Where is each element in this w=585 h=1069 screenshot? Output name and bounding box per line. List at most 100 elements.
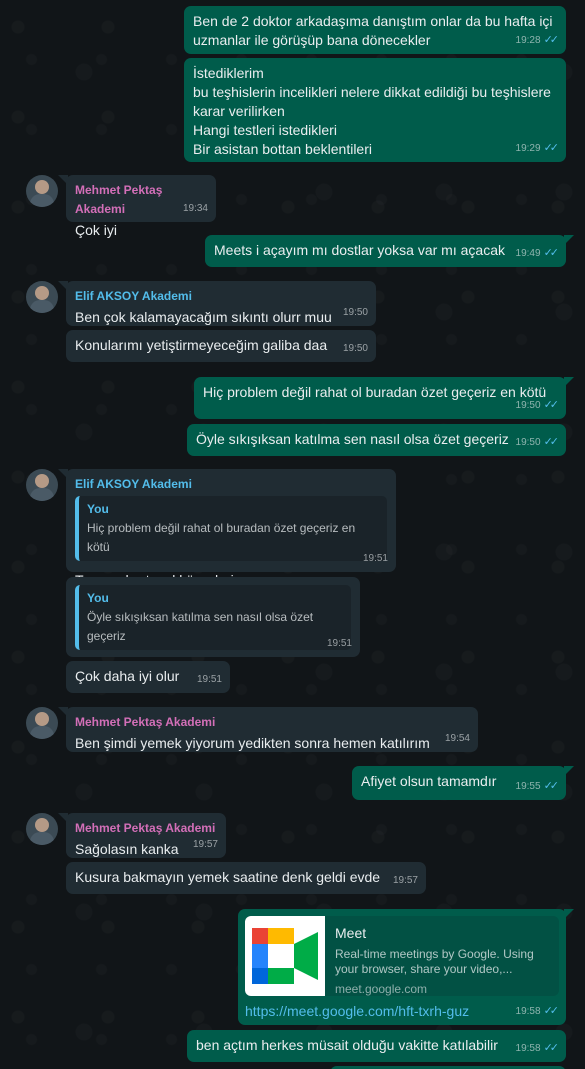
read-ticks-icon: ✓✓: [543, 436, 560, 448]
message-bubble-outgoing[interactable]: Ben de 2 doktor arkadaşıma danıştım onla…: [184, 6, 566, 54]
avatar-head: [35, 818, 49, 832]
message-meta: 19:51: [363, 549, 388, 568]
message-time: 19:50: [342, 343, 368, 354]
message-text: Konularımı yetiştirmeyeceğim galiba daa: [75, 337, 328, 353]
message-meta: 19:50 ✓✓: [515, 433, 560, 452]
read-ticks-icon: ✓✓: [543, 247, 560, 259]
message-text: Ben şimdi yemek yiyorum yedikten sonra h…: [75, 735, 430, 751]
message-bubble-incoming[interactable]: Konularımı yetiştirmeyeceğim galiba daa …: [66, 330, 376, 362]
avatar-body: [30, 726, 54, 739]
message-bubble-incoming[interactable]: You Öyle sıkışıksan katılma sen nasıl ol…: [66, 577, 360, 677]
avatar-mehmet[interactable]: [26, 707, 58, 739]
message-bubble-incoming[interactable]: Mehmet Pektaş Akademi Ben şimdi yemek yi…: [58, 707, 478, 752]
sender-name[interactable]: Elif AKSOY Akademi: [75, 287, 367, 306]
avatar-mehmet[interactable]: [26, 175, 58, 207]
message-meta: 19:58 ✓✓: [515, 1039, 560, 1058]
message-text: Meets i açayım mı dostlar yoksa var mı a…: [214, 242, 505, 258]
message-meta: 19:50: [343, 339, 368, 358]
read-ticks-icon: ✓✓: [543, 1005, 560, 1017]
avatar-head: [35, 180, 49, 194]
quoted-message[interactable]: You Hiç problem değil rahat ol buradan ö…: [75, 496, 387, 561]
message-text: Çok iyi: [75, 222, 118, 238]
quoted-text: Hiç problem değil rahat ol buradan özet …: [87, 521, 356, 554]
message-time: 19:57: [392, 875, 418, 886]
quoted-sender: You: [87, 591, 109, 605]
sender-name[interactable]: Elif AKSOY Akademi: [75, 475, 387, 494]
link-domain: meet.google.com: [335, 982, 428, 996]
quoted-text: Öyle sıkışıksan katılma sen nasıl olsa ö…: [87, 610, 314, 643]
read-ticks-icon: ✓✓: [543, 142, 560, 154]
message-bubble-incoming[interactable]: Çok daha iyi olur 19:51: [66, 661, 230, 693]
message-bubble-outgoing[interactable]: Meet Real-time meetings by Google. Using…: [238, 909, 574, 1025]
message-bubble-incoming[interactable]: Elif AKSOY Akademi You Hiç problem değil…: [58, 469, 396, 588]
link-preview-info: Meet Real-time meetings by Google. Using…: [325, 916, 559, 996]
message-text: ben açtım herkes müsait olduğu vakitte k…: [196, 1037, 498, 1053]
message-bubble-outgoing[interactable]: İstediklerim bu teşhislerin incelikleri …: [184, 58, 566, 162]
message-time: 19:34: [182, 203, 208, 214]
message-time: 19:51: [196, 674, 222, 685]
message-time: 19:58: [515, 1006, 541, 1017]
message-time: 19:28: [515, 35, 541, 46]
message-bubble-incoming[interactable]: Mehmet Pektaş Akademi Çok iyi 19:34: [58, 175, 216, 238]
message-meta: 19:50 ✓✓: [515, 396, 560, 415]
message-meta: 19:54: [445, 729, 470, 748]
message-time: 19:55: [515, 781, 541, 792]
avatar-head: [35, 712, 49, 726]
message-meta: 19:57: [393, 871, 418, 890]
message-time: 19:50: [515, 437, 541, 448]
avatar-mehmet[interactable]: [26, 813, 58, 845]
message-bubble-outgoing[interactable]: Öyle sıkışıksan katılma sen nasıl olsa ö…: [187, 424, 566, 456]
google-meet-icon: [245, 916, 325, 996]
message-bubble-outgoing[interactable]: ben açtım herkes müsait olduğu vakitte k…: [187, 1030, 566, 1062]
avatar-body: [30, 300, 54, 313]
message-time: 19:51: [362, 553, 388, 564]
link-preview-card[interactable]: Meet Real-time meetings by Google. Using…: [245, 916, 559, 996]
message-time: 19:57: [192, 839, 218, 850]
message-meta: 19:34: [183, 199, 208, 218]
quoted-message[interactable]: You Öyle sıkışıksan katılma sen nasıl ol…: [75, 585, 351, 650]
message-meta: 19:58 ✓✓: [515, 1002, 560, 1021]
message-time: 19:49: [515, 248, 541, 259]
message-time: 19:58: [515, 1043, 541, 1054]
message-text: Ben de 2 doktor arkadaşıma danıştım onla…: [193, 13, 553, 48]
message-bubble-outgoing[interactable]: Meets i açayım mı dostlar yoksa var mı a…: [205, 235, 574, 267]
chat-area[interactable]: Ben de 2 doktor arkadaşıma danıştım onla…: [0, 0, 585, 1069]
message-text: Hiç problem değil rahat ol buradan özet …: [203, 384, 547, 400]
read-ticks-icon: ✓✓: [543, 399, 560, 411]
message-meta: 19:51: [197, 670, 222, 689]
message-time: 19:51: [326, 638, 352, 649]
message-text: Kusura bakmayın yemek saatine denk geldi…: [75, 869, 381, 885]
message-meta: 19:28 ✓✓: [515, 31, 560, 50]
message-meta: 19:49 ✓✓: [515, 244, 560, 263]
link-title: Meet: [335, 925, 367, 941]
message-text: Öyle sıkışıksan katılma sen nasıl olsa ö…: [196, 431, 509, 447]
meeting-link[interactable]: https://meet.google.com/hft-txrh-guz: [245, 1002, 559, 1021]
avatar-elif[interactable]: [26, 281, 58, 313]
message-meta: 19:57: [193, 835, 218, 854]
message-meta: 19:29 ✓✓: [516, 139, 560, 158]
message-bubble-incoming[interactable]: Elif AKSOY Akademi Ben çok kalamayacağım…: [58, 281, 376, 326]
message-bubble-outgoing[interactable]: Hiç problem değil rahat ol buradan özet …: [194, 377, 574, 419]
message-meta: 19:55 ✓✓: [515, 777, 560, 796]
message-time: 19:54: [444, 733, 470, 744]
message-time: 19:50: [342, 307, 368, 318]
read-ticks-icon: ✓✓: [543, 34, 560, 46]
message-time: 19:50: [515, 400, 541, 411]
avatar-elif[interactable]: [26, 469, 58, 501]
sender-name[interactable]: Mehmet Pektaş Akademi: [75, 713, 469, 732]
message-meta: 19:51: [327, 634, 352, 653]
avatar-body: [30, 194, 54, 207]
avatar-body: [30, 832, 54, 845]
quoted-sender: You: [87, 502, 109, 516]
message-text: Ben çok kalamayacağım sıkıntı olurr muu: [75, 309, 332, 325]
avatar-head: [35, 474, 49, 488]
message-text: İstediklerim bu teşhislerin incelikleri …: [193, 65, 551, 157]
message-bubble-incoming[interactable]: Mehmet Pektaş Akademi Sağolasın kanka 19…: [58, 813, 226, 858]
read-ticks-icon: ✓✓: [543, 1042, 560, 1054]
message-bubble-outgoing[interactable]: Afiyet olsun tamamdır 19:55 ✓✓: [352, 766, 574, 800]
message-meta: 19:50: [343, 303, 368, 322]
avatar-head: [35, 286, 49, 300]
message-bubble-incoming[interactable]: Kusura bakmayın yemek saatine denk geldi…: [66, 862, 426, 894]
avatar-body: [30, 488, 54, 501]
link-description: Real-time meetings by Google. Using your…: [335, 947, 534, 976]
